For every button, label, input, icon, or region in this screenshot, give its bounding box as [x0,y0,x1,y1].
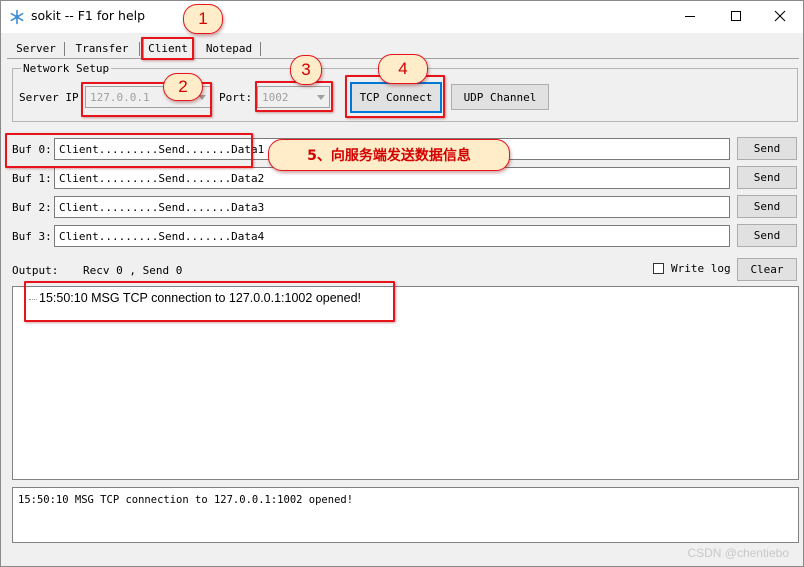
buf-1-value: Client.........Send.......Data2 [59,172,265,185]
close-icon [774,10,786,25]
annotation-bubble-3: 3 [290,55,322,85]
minimize-icon [684,10,696,25]
buf-3-label: Buf 3: [12,230,52,243]
write-log-label[interactable]: Write log [671,262,731,275]
clear-button[interactable]: Clear [737,258,797,281]
buf-2-value: Client.........Send.......Data3 [59,201,265,214]
buf-3-input[interactable]: Client.........Send.......Data4 [54,225,730,247]
annotation-box-client-tab [141,37,194,60]
annotation-number-2: 2 [178,77,188,96]
window-title: sokit -- F1 for help [31,8,146,23]
status-log[interactable]: 15:50:10 MSG TCP connection to 127.0.0.1… [12,487,799,543]
annotation-bubble-1: 1 [183,4,223,34]
send-buf-0-button[interactable]: Send [737,137,797,160]
snowflake-icon [9,9,25,25]
buf-2-input[interactable]: Client.........Send.......Data3 [54,196,730,218]
write-log-checkbox[interactable] [653,263,664,274]
buf-1-label: Buf 1: [12,172,52,185]
annotation-bubble-4: 4 [378,54,428,84]
title-bar[interactable]: sokit -- F1 for help [1,1,803,33]
app-window: sokit -- F1 for help Server Transfer Cli… [0,0,804,567]
output-label: Output: [12,264,59,277]
tab-transfer[interactable]: Transfer [69,39,135,58]
annotation-box-output-line [24,281,395,322]
send-buf-2-button[interactable]: Send [737,195,797,218]
network-setup-legend: Network Setup [21,62,112,75]
status-log-line: 15:50:10 MSG TCP connection to 127.0.0.1… [18,494,354,506]
maximize-icon [730,10,742,25]
annotation-number-3: 3 [301,60,311,79]
annotation-number-1: 1 [198,9,208,28]
send-buf-3-button[interactable]: Send [737,224,797,247]
port-label: Port: [219,91,253,104]
recv-send-counter: Recv 0 , Send 0 [83,264,183,277]
send-buf-1-button[interactable]: Send [737,166,797,189]
annotation-bubble-5: 5、向服务端发送数据信息 [268,139,510,171]
buf-2-label: Buf 2: [12,201,52,214]
tab-separator [64,42,65,56]
tab-separator [260,42,261,56]
tab-notepad[interactable]: Notepad [199,39,259,58]
annotation-bubble-2: 2 [163,73,203,101]
tab-separator [139,42,140,56]
udp-channel-button[interactable]: UDP Channel [451,84,549,110]
annotation-box-port [255,81,333,112]
server-ip-label: Server IP: [19,91,86,104]
close-button[interactable] [757,1,803,33]
buf-3-value: Client.........Send.......Data4 [59,230,265,243]
annotation-note-5: 5、向服务端发送数据信息 [307,148,471,164]
watermark: CSDN @chentiebo [687,546,789,560]
tab-server[interactable]: Server [11,39,61,58]
annotation-number-4: 4 [398,59,408,78]
annotation-box-buf0 [5,133,253,168]
minimize-button[interactable] [667,1,713,33]
maximize-button[interactable] [713,1,759,33]
